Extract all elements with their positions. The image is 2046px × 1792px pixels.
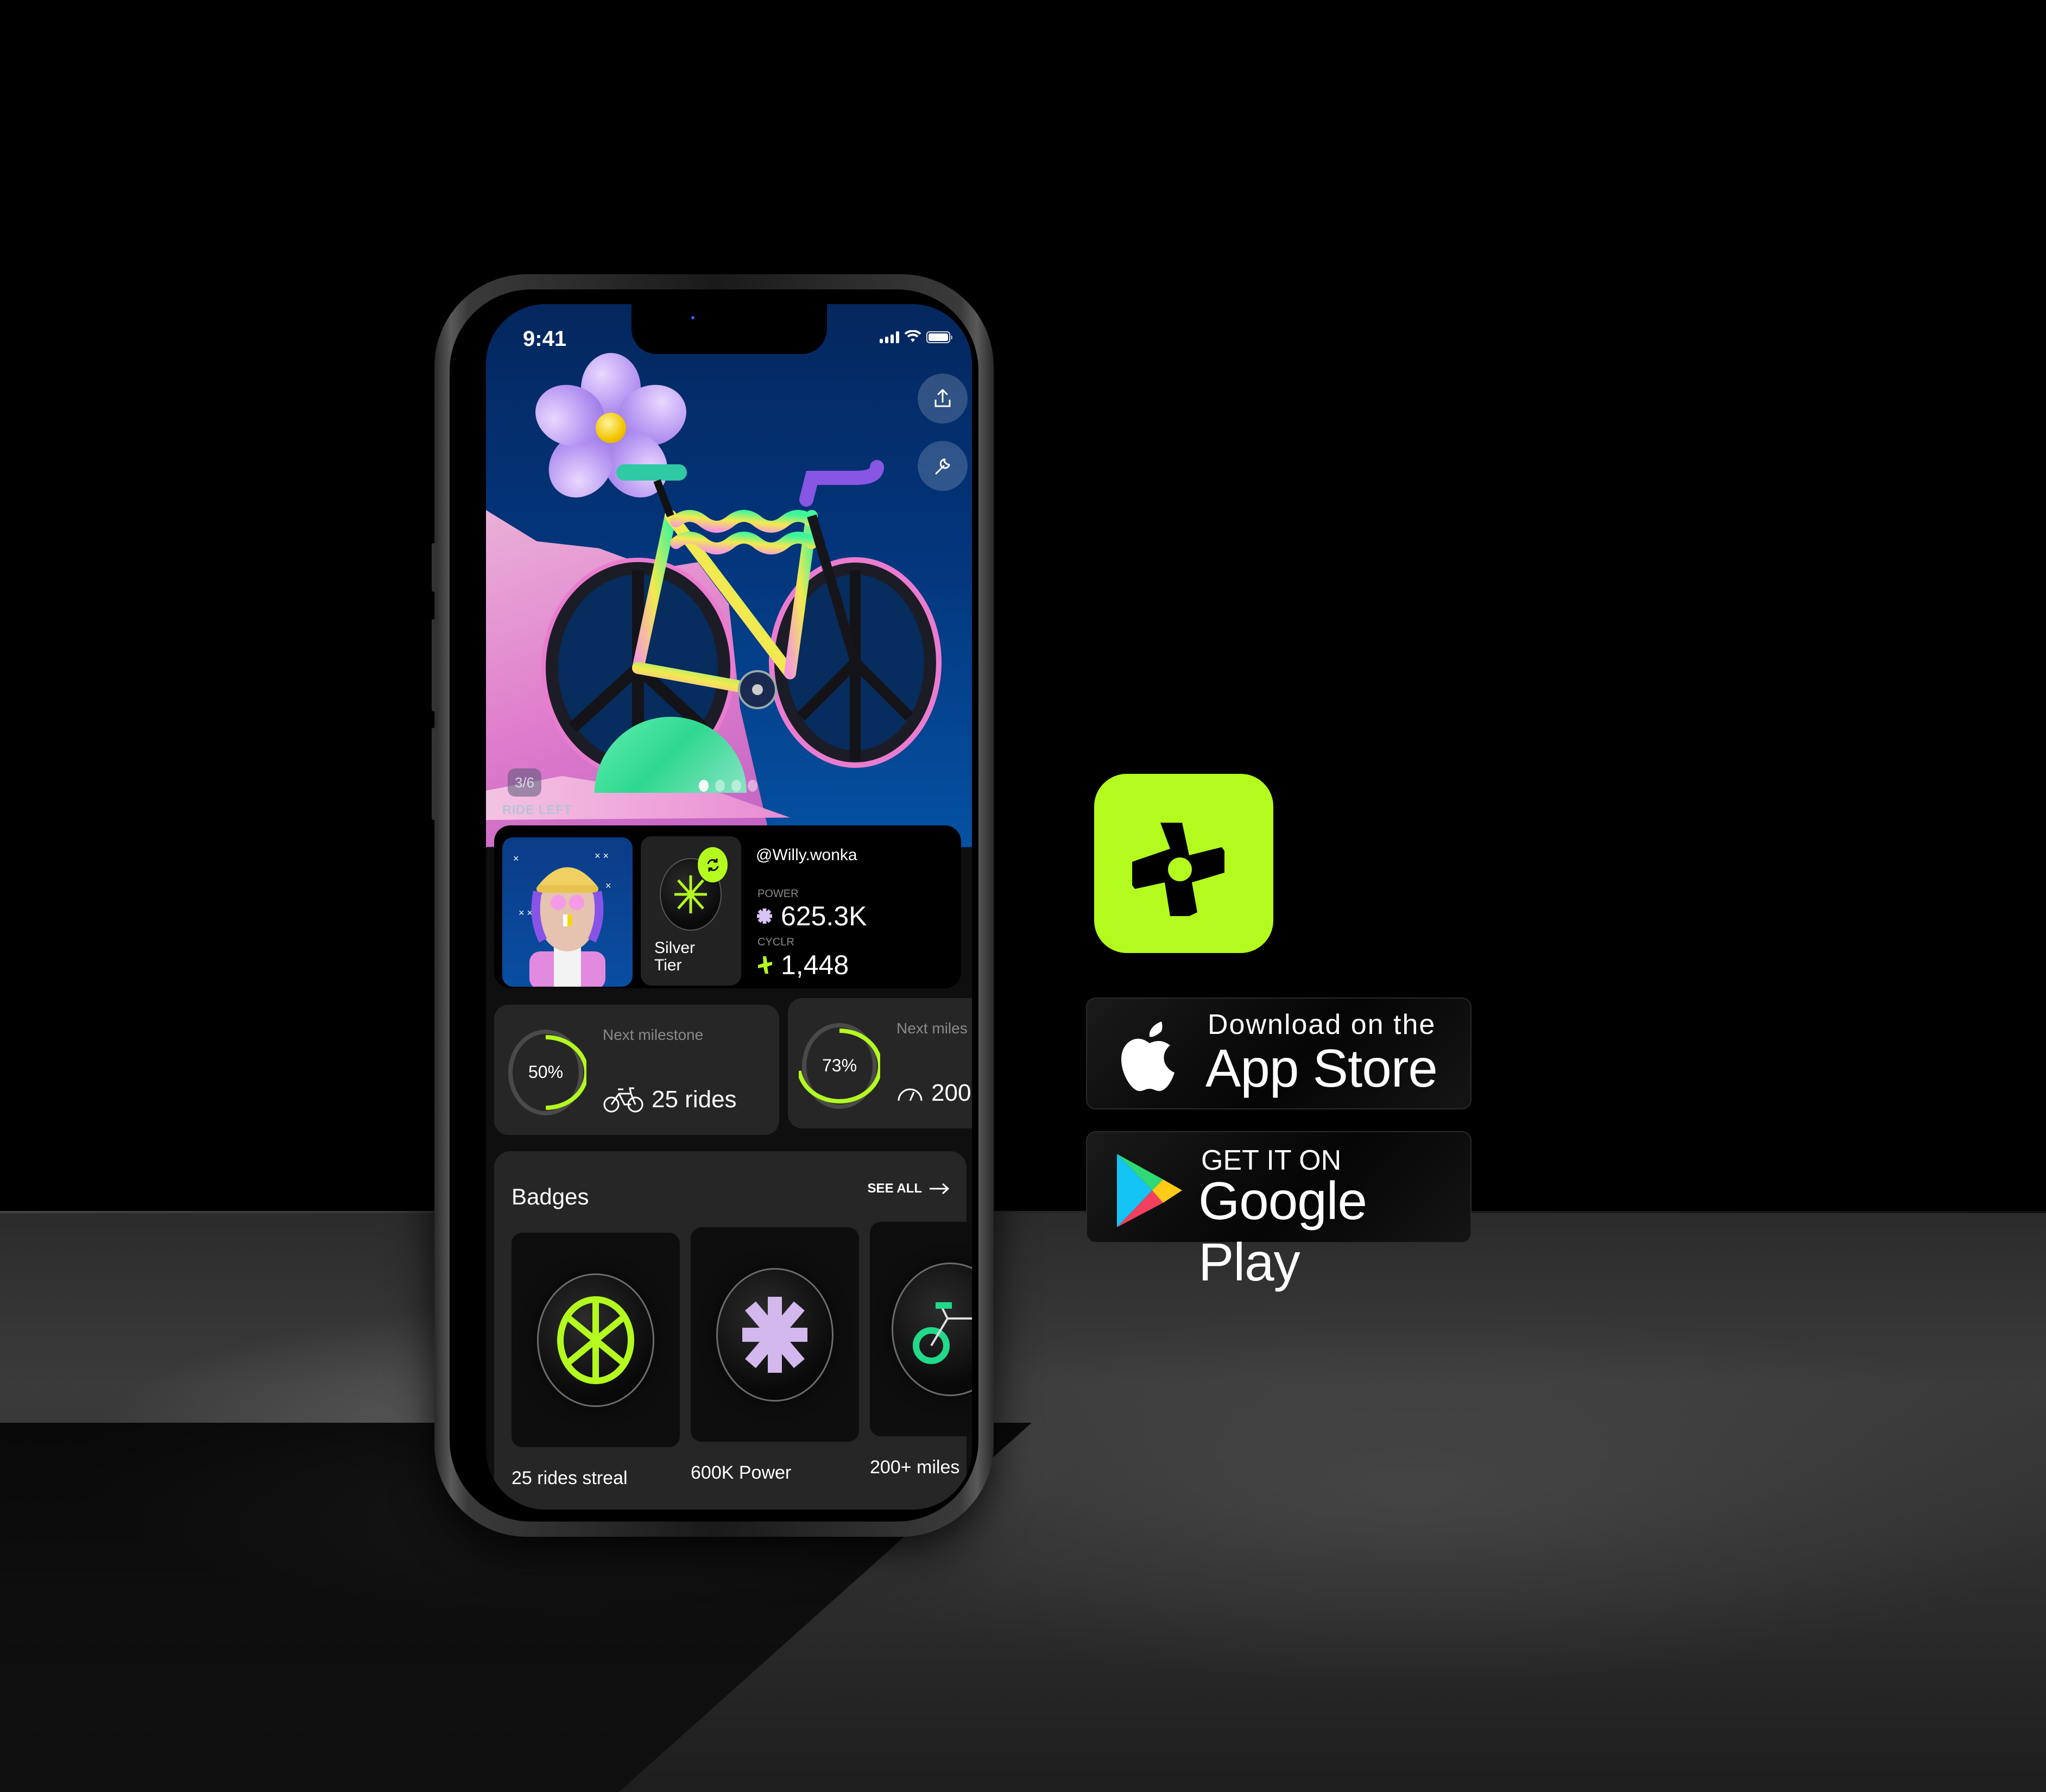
tier-card[interactable]: Silver Tier bbox=[641, 836, 741, 986]
milestone-label: Next miles bbox=[896, 1020, 968, 1037]
pager-dot[interactable] bbox=[731, 780, 741, 792]
badges-title: Badges bbox=[512, 1184, 589, 1209]
volume-down-button bbox=[432, 728, 437, 820]
share-icon bbox=[934, 389, 951, 407]
floor-edge bbox=[0, 1211, 2046, 1213]
apple-logo-icon bbox=[1121, 1021, 1174, 1091]
arrow-right-icon bbox=[930, 1183, 950, 1195]
badge-tile bbox=[512, 1233, 680, 1447]
refresh-icon bbox=[707, 858, 718, 872]
progress-percent: 50% bbox=[528, 1062, 563, 1082]
see-all-link[interactable]: SEE ALL bbox=[868, 1181, 950, 1196]
hero-caption: RIDE LEFT bbox=[502, 803, 572, 817]
svg-text:×: × bbox=[513, 853, 519, 864]
front-camera bbox=[691, 316, 694, 319]
svg-text:× ×: × × bbox=[595, 850, 609, 861]
status-icons bbox=[880, 330, 952, 343]
badge-tile bbox=[870, 1222, 972, 1436]
tier-name: Silver bbox=[654, 939, 696, 957]
badge-tile bbox=[691, 1227, 859, 1442]
mute-switch bbox=[432, 543, 437, 592]
asterisk-badge-icon bbox=[742, 1296, 807, 1373]
svg-text:×: × bbox=[605, 880, 611, 891]
google-play-big-text: Google Play bbox=[1198, 1171, 1367, 1292]
pager-dot[interactable] bbox=[699, 780, 709, 792]
stat-caption-power: POWER bbox=[757, 888, 799, 900]
sync-button[interactable] bbox=[698, 847, 728, 882]
stat-power: 625.3K bbox=[756, 900, 867, 932]
carousel-pager[interactable] bbox=[699, 780, 757, 792]
asterisk-icon bbox=[757, 908, 772, 924]
see-all-label: SEE ALL bbox=[867, 1181, 922, 1196]
progress-percent: 73% bbox=[822, 1056, 857, 1075]
app-icon[interactable] bbox=[1094, 774, 1273, 953]
profile-card[interactable]: × × × × × × Silver Tier @Willy.wonka POW… bbox=[494, 825, 961, 988]
cyclr-icon bbox=[758, 956, 772, 974]
badge-name: 25 rides streal bbox=[512, 1468, 628, 1488]
svg-text:× ×: × × bbox=[519, 907, 533, 918]
badge-item[interactable]: 600K Power bbox=[691, 1227, 859, 1484]
google-play-logo-icon bbox=[1117, 1154, 1182, 1227]
phone-screen: 9:41 3/6 RIDE LEFT × × × × × × Silver Ti… bbox=[486, 304, 972, 1510]
share-button[interactable] bbox=[918, 374, 968, 424]
milestone-value: 25 rides bbox=[603, 1086, 737, 1113]
settings-button[interactable] bbox=[918, 441, 968, 491]
app-store-button[interactable]: Download on the App Store bbox=[1086, 998, 1472, 1109]
badges-section: Badges SEE ALL 25 rides streal 600K Powe… bbox=[494, 1151, 972, 1510]
hero-banner[interactable]: 9:41 3/6 RIDE LEFT bbox=[486, 304, 972, 847]
milestone-card[interactable]: 50% Next milestone 25 rides bbox=[494, 1005, 779, 1135]
bike-icon bbox=[603, 1087, 643, 1113]
bike-badge-icon bbox=[913, 1302, 972, 1364]
app-store-small-text: Download on the bbox=[1208, 1009, 1436, 1040]
wifi-icon bbox=[905, 330, 921, 342]
pager-dot[interactable] bbox=[715, 780, 725, 792]
pager-dot[interactable] bbox=[748, 780, 757, 792]
milestone-value: 200 bbox=[896, 1080, 971, 1107]
milestone-label: Next milestone bbox=[603, 1026, 704, 1043]
volume-up-button bbox=[432, 619, 437, 711]
cellular-signal-icon bbox=[880, 331, 899, 343]
badge-item[interactable]: 25 rides streal bbox=[512, 1233, 680, 1489]
status-time: 9:41 bbox=[523, 327, 567, 351]
battery-icon bbox=[926, 331, 952, 343]
milestone-value-text: 25 rides bbox=[652, 1086, 737, 1113]
stat-cyclr: 1,448 bbox=[756, 949, 849, 981]
google-play-button[interactable]: GET IT ON Google Play bbox=[1086, 1131, 1472, 1292]
badge-item[interactable]: 200+ miles bbox=[870, 1222, 972, 1478]
username: @Willy.wonka bbox=[756, 846, 857, 864]
stat-caption-cyclr: CYCLR bbox=[757, 936, 794, 948]
bike-illustration bbox=[541, 460, 942, 771]
badge-coin bbox=[892, 1262, 972, 1396]
milestone-value-text: 200 bbox=[931, 1080, 971, 1106]
tier-suffix: Tier bbox=[654, 956, 682, 974]
tier-label: Silver Tier bbox=[654, 939, 695, 974]
badge-name: 200+ miles bbox=[870, 1457, 960, 1478]
app-store-big-text: App Store bbox=[1205, 1038, 1438, 1098]
badge-name: 600K Power bbox=[691, 1462, 792, 1483]
badge-coin bbox=[537, 1273, 654, 1407]
avatar-illustration: × × × × × × bbox=[513, 850, 611, 987]
stat-power-value: 625.3K bbox=[781, 901, 867, 931]
wrench-icon bbox=[935, 458, 950, 475]
wheel-badge-icon bbox=[557, 1296, 634, 1384]
avatar[interactable]: × × × × × × bbox=[502, 837, 633, 987]
badge-coin bbox=[716, 1267, 833, 1402]
progress-ring: 50% bbox=[505, 1030, 586, 1115]
speedometer-icon bbox=[898, 1088, 923, 1101]
progress-ring: 73% bbox=[799, 1023, 880, 1109]
notch bbox=[632, 304, 827, 354]
cyclr-logo-icon bbox=[1132, 823, 1224, 916]
slide-counter: 3/6 bbox=[508, 768, 541, 797]
milestone-card[interactable]: 73% Next miles 200 bbox=[788, 998, 972, 1128]
stat-cyclr-value: 1,448 bbox=[781, 950, 849, 980]
